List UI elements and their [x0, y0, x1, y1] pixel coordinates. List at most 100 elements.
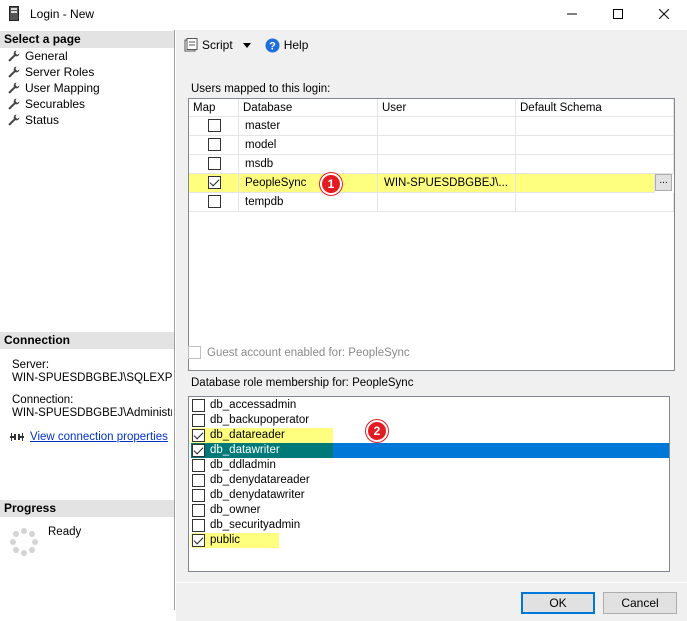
page-item-label: General — [25, 49, 68, 63]
mapping-row-model[interactable]: model — [189, 136, 674, 155]
cell-database: model — [239, 136, 378, 155]
app-icon — [9, 6, 19, 21]
connection-label: Connection: — [12, 394, 74, 406]
wrench-icon — [8, 50, 20, 62]
role-label: db_owner — [210, 504, 261, 516]
map-checkbox-cell[interactable] — [189, 117, 239, 136]
maximize-button[interactable] — [595, 0, 641, 28]
cell-user: WIN-SPUESDBGBEJ\... — [378, 174, 516, 193]
connection-header: Connection — [0, 332, 174, 349]
role-label: public — [210, 534, 241, 546]
server-value: WIN-SPUESDBGBEJ\SQLEXPRE — [12, 372, 172, 384]
page-item-securables[interactable]: Securables — [8, 96, 85, 112]
minimize-icon — [567, 13, 577, 15]
role-membership-list: db_accessadmin db_backupoperator db_datare… — [188, 396, 670, 572]
role-checkbox[interactable] — [192, 399, 205, 412]
column-header-map[interactable]: Map — [189, 99, 239, 117]
role-item-db-securityadmin[interactable]: db_securityadmin — [192, 518, 302, 533]
column-header-user[interactable]: User — [378, 99, 516, 117]
mapping-row-tempdb[interactable]: tempdb — [189, 193, 674, 212]
view-connection-properties-label[interactable]: View connection properties — [30, 431, 168, 443]
role-item-db-accessadmin[interactable]: db_accessadmin — [192, 398, 298, 413]
column-header-default-schema[interactable]: Default Schema — [516, 99, 674, 117]
role-checkbox[interactable] — [192, 444, 205, 457]
page-item-server-roles[interactable]: Server Roles — [8, 64, 94, 80]
role-label: db_denydatawriter — [210, 489, 305, 501]
help-icon: ? — [265, 38, 280, 52]
cancel-button[interactable]: Cancel — [603, 592, 677, 614]
close-icon — [659, 9, 669, 19]
map-checkbox[interactable] — [208, 157, 221, 171]
role-item-db-backupoperator[interactable]: db_backupoperator — [192, 413, 311, 428]
page-item-general[interactable]: General — [8, 48, 68, 64]
role-item-db-datawriter[interactable]: db_datawriter — [191, 443, 333, 458]
role-checkbox[interactable] — [192, 534, 205, 547]
ok-button[interactable]: OK — [521, 592, 595, 614]
map-checkbox[interactable] — [208, 176, 221, 190]
title-bar: Login - New — [0, 0, 687, 28]
role-checkbox[interactable] — [192, 459, 205, 472]
map-checkbox[interactable] — [208, 119, 221, 133]
view-connection-properties-link[interactable]: View connection properties — [10, 431, 168, 443]
role-item-db-ddladmin[interactable]: db_ddladmin — [192, 458, 278, 473]
guest-account-checkbox: Guest account enabled for: PeopleSync — [188, 346, 410, 359]
role-label: db_securityadmin — [210, 519, 301, 531]
connection-properties-icon — [10, 433, 24, 441]
map-checkbox-cell[interactable] — [189, 155, 239, 174]
map-checkbox-cell[interactable] — [189, 193, 239, 212]
page-item-label: Server Roles — [25, 65, 95, 79]
role-item-db-datareader[interactable]: db_datareader — [191, 428, 333, 443]
role-label: db_accessadmin — [210, 399, 297, 411]
map-checkbox-cell[interactable] — [189, 136, 239, 155]
script-button[interactable]: Script — [184, 38, 251, 52]
mapping-row-master[interactable]: master — [189, 117, 674, 136]
progress-header: Progress — [0, 500, 174, 517]
page-item-user-mapping[interactable]: User Mapping — [8, 80, 100, 96]
page-item-label: Status — [25, 113, 60, 127]
role-checkbox[interactable] — [192, 519, 205, 532]
chevron-down-icon — [242, 42, 251, 48]
select-page-header: Select a page — [0, 31, 174, 48]
role-membership-label: Database role membership for: PeopleSync — [191, 377, 414, 389]
map-checkbox[interactable] — [208, 138, 221, 152]
mapping-row-peoplesync[interactable]: PeopleSync WIN-SPUESDBGBEJ\...... — [189, 174, 674, 193]
cell-database: PeopleSync — [239, 174, 378, 193]
map-checkbox-cell[interactable] — [189, 174, 239, 193]
maximize-icon — [613, 9, 623, 19]
cell-schema — [516, 174, 655, 193]
guest-checkbox — [188, 346, 201, 359]
cell-schema — [516, 117, 674, 136]
schema-browse-button[interactable]: ... — [655, 174, 672, 191]
role-checkbox[interactable] — [192, 504, 205, 517]
server-label: Server: — [12, 359, 50, 371]
mapping-row-msdb[interactable]: msdb — [189, 155, 674, 174]
wrench-icon — [8, 98, 20, 110]
help-button[interactable]: ? Help — [265, 38, 308, 53]
minimize-button[interactable] — [549, 0, 595, 28]
role-label: db_datareader — [210, 429, 285, 441]
cell-user — [378, 117, 516, 136]
role-item-db-denydatawriter[interactable]: db_denydatawriter — [192, 488, 307, 503]
page-item-status[interactable]: Status — [8, 112, 59, 128]
role-checkbox[interactable] — [192, 489, 205, 502]
role-item-db-owner[interactable]: db_owner — [192, 503, 263, 518]
role-checkbox[interactable] — [192, 414, 205, 427]
close-button[interactable] — [641, 0, 687, 28]
role-item-db-denydatareader[interactable]: db_denydatareader — [192, 473, 312, 488]
guest-account-label: Guest account enabled for: PeopleSync — [207, 346, 410, 359]
role-item-public[interactable]: public — [191, 533, 279, 548]
cell-schema — [516, 136, 674, 155]
map-checkbox[interactable] — [208, 195, 221, 209]
column-header-database[interactable]: Database — [239, 99, 378, 117]
role-checkbox[interactable] — [192, 429, 205, 442]
role-label: db_backupoperator — [210, 414, 310, 426]
role-label: db_denydatareader — [210, 474, 310, 486]
cell-user — [378, 155, 516, 174]
cell-user — [378, 193, 516, 212]
user-mapping-grid: Map Database User Default Schema master m… — [188, 98, 675, 371]
page-item-label: User Mapping — [25, 81, 100, 95]
script-label: Script — [202, 38, 233, 52]
left-panel: Select a page General Server Roles User Ma… — [0, 30, 175, 610]
cell-database: tempdb — [239, 193, 378, 212]
role-checkbox[interactable] — [192, 474, 205, 487]
